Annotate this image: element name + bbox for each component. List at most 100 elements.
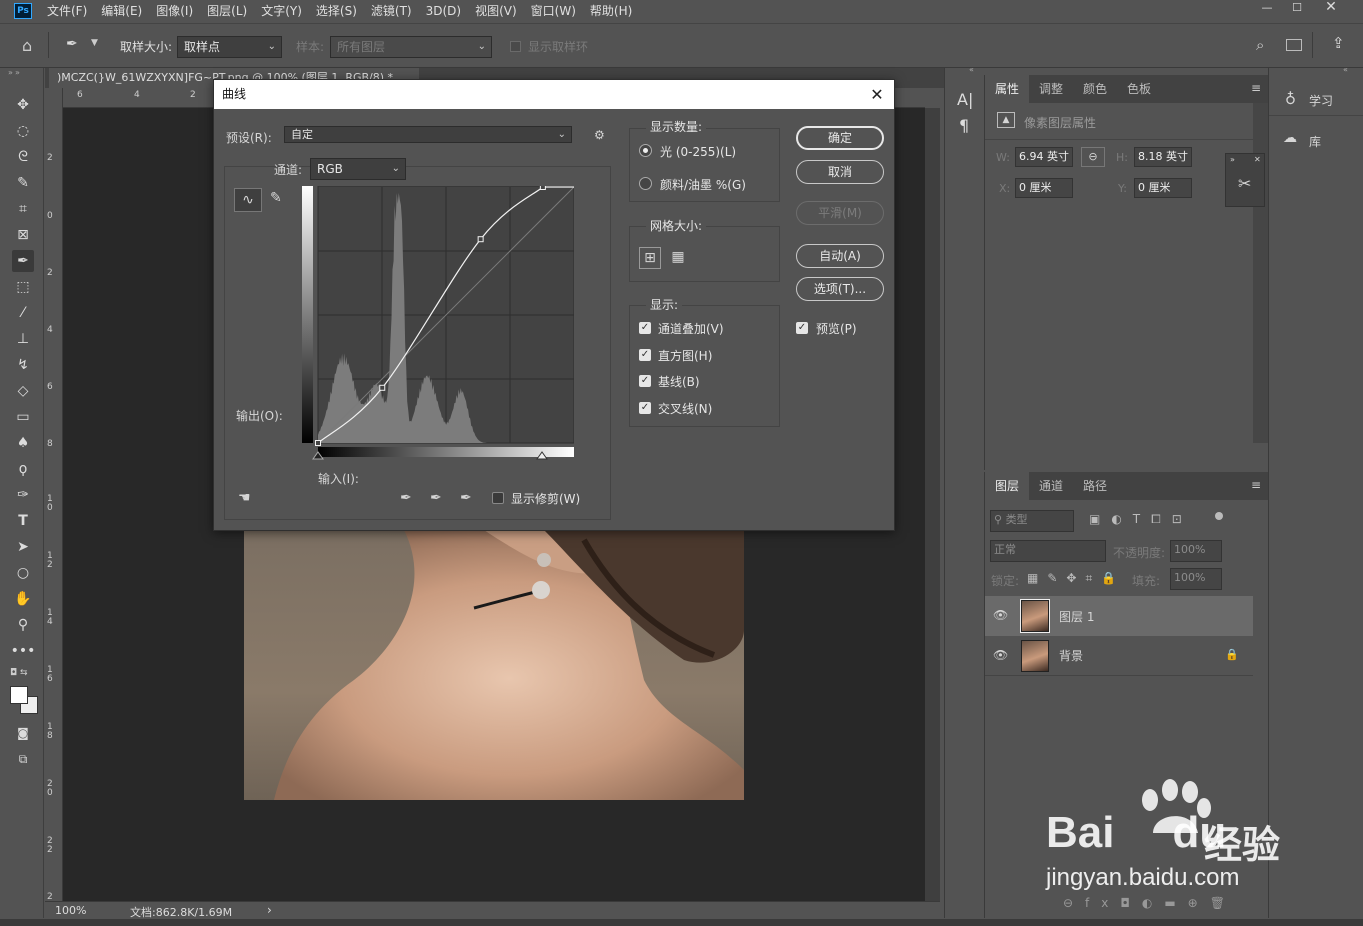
close-window-icon[interactable]: ✕ <box>1314 0 1348 15</box>
quick-mask-icon[interactable]: ◙ <box>12 722 34 744</box>
height-field[interactable]: 8.18 英寸 <box>1134 147 1192 167</box>
blend-mode-select[interactable]: 正常 <box>990 540 1106 562</box>
chevron-down-icon[interactable]: ▼ <box>91 38 98 48</box>
dodge-tool-icon[interactable]: ϙ <box>12 458 34 480</box>
layer-filter-select[interactable]: ⚲ 类型 <box>990 510 1074 532</box>
menu-help[interactable]: 帮助(H) <box>583 0 639 22</box>
share-icon[interactable]: ⇪ <box>1332 34 1345 52</box>
marquee-tool-icon[interactable]: ◌ <box>12 120 34 142</box>
pen-tool-icon[interactable]: ✑ <box>12 484 34 506</box>
pigment-radio[interactable] <box>639 177 652 190</box>
tab-color[interactable]: 颜色 <box>1073 75 1117 103</box>
healing-tool-icon[interactable]: ⬚ <box>12 276 34 298</box>
auto-button[interactable]: 自动(A) <box>796 244 884 268</box>
menu-view[interactable]: 视图(V) <box>468 0 524 22</box>
visibility-eye-icon[interactable]: 👁 <box>993 608 1008 622</box>
detailed-grid-icon[interactable]: ▦ <box>667 247 689 269</box>
tab-properties[interactable]: 属性 <box>985 75 1030 103</box>
black-eyedropper-icon[interactable]: ✒ <box>400 490 412 506</box>
tab-adjustments[interactable]: 调整 <box>1029 75 1073 103</box>
preset-options-gear-icon[interactable]: ⚙ <box>594 128 605 142</box>
library-label[interactable]: 库 <box>1309 133 1321 150</box>
paragraph-panel-icon[interactable]: ¶ <box>959 116 969 135</box>
eyedropper-tool-icon[interactable]: ✒ <box>66 36 78 52</box>
menu-image[interactable]: 图像(I) <box>149 0 200 22</box>
menu-file[interactable]: 文件(F) <box>40 0 94 22</box>
channel-select[interactable]: RGB ⌄ <box>310 158 406 180</box>
hand-tool-icon[interactable]: ✋ <box>12 588 34 610</box>
opacity-field[interactable]: 100% <box>1170 540 1222 562</box>
home-icon[interactable]: ⌂ <box>22 36 32 55</box>
visibility-eye-icon[interactable]: 👁 <box>993 648 1008 662</box>
chevron-right-icon[interactable]: › <box>267 903 272 917</box>
cloud-library-icon[interactable]: ☁ <box>1283 130 1297 146</box>
vertical-scrollbar[interactable] <box>925 108 940 903</box>
frame-tool-icon[interactable]: ⊠ <box>12 224 34 246</box>
tab-channels[interactable]: 通道 <box>1029 472 1073 500</box>
light-radio[interactable] <box>639 144 652 157</box>
foreground-color-swatch[interactable] <box>10 686 28 704</box>
intersection-checkbox[interactable]: ✓ <box>639 402 651 414</box>
eyedropper-tool-icon[interactable]: ✒ <box>12 250 34 272</box>
menu-filter[interactable]: 滤镜(T) <box>364 0 419 22</box>
search-icon[interactable]: ⌕ <box>1256 36 1264 54</box>
gray-eyedropper-icon[interactable]: ✒ <box>430 490 442 506</box>
gradient-tool-icon[interactable]: ▭ <box>12 406 34 428</box>
cancel-button[interactable]: 取消 <box>796 160 884 184</box>
zoom-tool-icon[interactable]: ⚲ <box>12 614 34 636</box>
link-icon[interactable]: ⊖ <box>1081 147 1105 167</box>
eraser-tool-icon[interactable]: ◇ <box>12 380 34 402</box>
curve-control-point[interactable] <box>379 384 386 391</box>
ellipse-tool-icon[interactable]: ○ <box>12 562 34 584</box>
curve-control-point[interactable] <box>539 186 546 190</box>
channel-overlay-checkbox[interactable]: ✓ <box>639 322 651 334</box>
zoom-level[interactable]: 100% <box>55 904 86 917</box>
path-select-icon[interactable]: ➤ <box>12 536 34 558</box>
character-panel-icon[interactable]: A| <box>957 90 973 109</box>
sample-select[interactable]: 所有图层 ⌄ <box>330 36 492 58</box>
white-eyedropper-icon[interactable]: ✒ <box>460 490 472 506</box>
close-icon[interactable]: ✕ <box>866 80 888 109</box>
crop-tool-icon[interactable]: ⌗ <box>12 198 34 220</box>
tools-icon[interactable]: ✂ <box>1238 174 1251 193</box>
quick-select-tool-icon[interactable]: ✎ <box>12 172 34 194</box>
brush-tool-icon[interactable]: ⁄ <box>12 302 34 324</box>
expand-icon[interactable]: » <box>1230 155 1235 164</box>
ok-button[interactable]: 确定 <box>796 126 884 150</box>
lightbulb-icon[interactable]: ♁ <box>1285 90 1296 108</box>
layer-row-layer1[interactable]: 👁 图层 1 <box>985 596 1253 636</box>
tab-swatches[interactable]: 色板 <box>1117 75 1161 103</box>
close-icon[interactable]: ✕ <box>1254 155 1261 164</box>
preset-select[interactable]: 自定 ⌄ <box>284 126 572 143</box>
preview-checkbox[interactable]: ✓ <box>796 322 808 334</box>
show-clipping-checkbox[interactable] <box>492 492 504 504</box>
workspace-icon[interactable] <box>1286 39 1302 51</box>
menu-select[interactable]: 选择(S) <box>309 0 364 22</box>
on-image-adjust-icon[interactable]: ☚ <box>238 490 251 506</box>
y-field[interactable]: 0 厘米 <box>1134 178 1192 198</box>
collapse-icon[interactable]: » <box>8 68 13 77</box>
baseline-checkbox[interactable]: ✓ <box>639 375 651 387</box>
histogram-checkbox[interactable]: ✓ <box>639 349 651 361</box>
lasso-tool-icon[interactable]: ᘓ <box>12 146 34 168</box>
minimize-icon[interactable]: — <box>1250 0 1284 14</box>
lock-icons[interactable]: ▦✎✥⌗🔒 <box>1027 571 1125 586</box>
panel-menu-icon[interactable]: ≡ <box>1251 478 1261 492</box>
blur-tool-icon[interactable]: ♠ <box>12 432 34 454</box>
collapse-icon[interactable]: « <box>1343 65 1348 74</box>
width-field[interactable]: 6.94 英寸 <box>1015 147 1073 167</box>
menu-3d[interactable]: 3D(D) <box>419 0 468 22</box>
learn-label[interactable]: 学习 <box>1309 92 1333 109</box>
menu-edit[interactable]: 编辑(E) <box>94 0 149 22</box>
stamp-tool-icon[interactable]: ⊥ <box>12 328 34 350</box>
screen-mode-icon[interactable]: ⧉ <box>12 748 34 770</box>
tab-paths[interactable]: 路径 <box>1073 472 1117 500</box>
sample-size-select[interactable]: 取样点 ⌄ <box>177 36 282 58</box>
panel-menu-icon[interactable]: ≡ <box>1251 81 1261 95</box>
tab-layers[interactable]: 图层 <box>985 472 1030 500</box>
options-button[interactable]: 选项(T)... <box>796 277 884 301</box>
move-tool-icon[interactable]: ✥ <box>12 94 34 116</box>
maximize-icon[interactable]: ☐ <box>1280 0 1314 14</box>
more-tools-icon[interactable]: ••• <box>11 640 36 662</box>
filter-icons[interactable]: ▣◐T⧠⊡ <box>1089 512 1193 527</box>
